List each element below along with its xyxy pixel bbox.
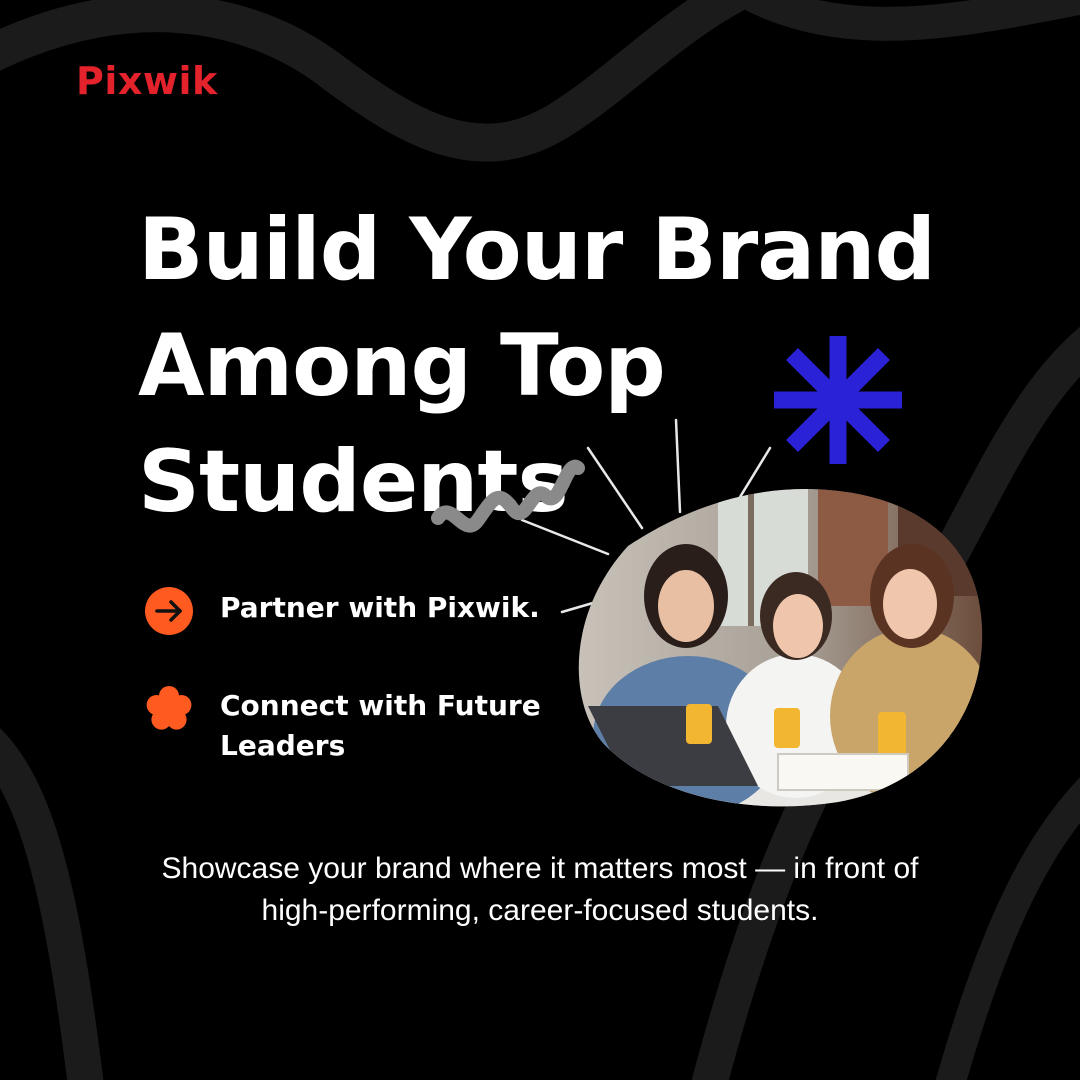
ad-canvas: Pixwik Build Your Brand Among Top Studen…: [0, 0, 1080, 1080]
tagline: Showcase your brand where it matters mos…: [90, 848, 990, 932]
brand-logo: Pixwik: [76, 59, 218, 103]
feature-connect-text: Connect with Future Leaders: [220, 689, 541, 762]
flower-icon: [146, 686, 192, 730]
tagline-line-1: Showcase your brand where it matters mos…: [161, 852, 919, 885]
students-photo: [578, 489, 983, 807]
feature-connect: Connect with Future Leaders: [144, 684, 580, 766]
feature-partner-text: Partner with Pixwik.: [220, 591, 540, 624]
squiggle-icon: [431, 459, 585, 533]
arrow-right-icon: [145, 587, 193, 635]
tagline-line-2: high-performing, career-focused students…: [261, 894, 819, 927]
headline-line-1: Build Your Brand: [138, 200, 936, 300]
feature-partner: Partner with Pixwik.: [144, 586, 540, 636]
